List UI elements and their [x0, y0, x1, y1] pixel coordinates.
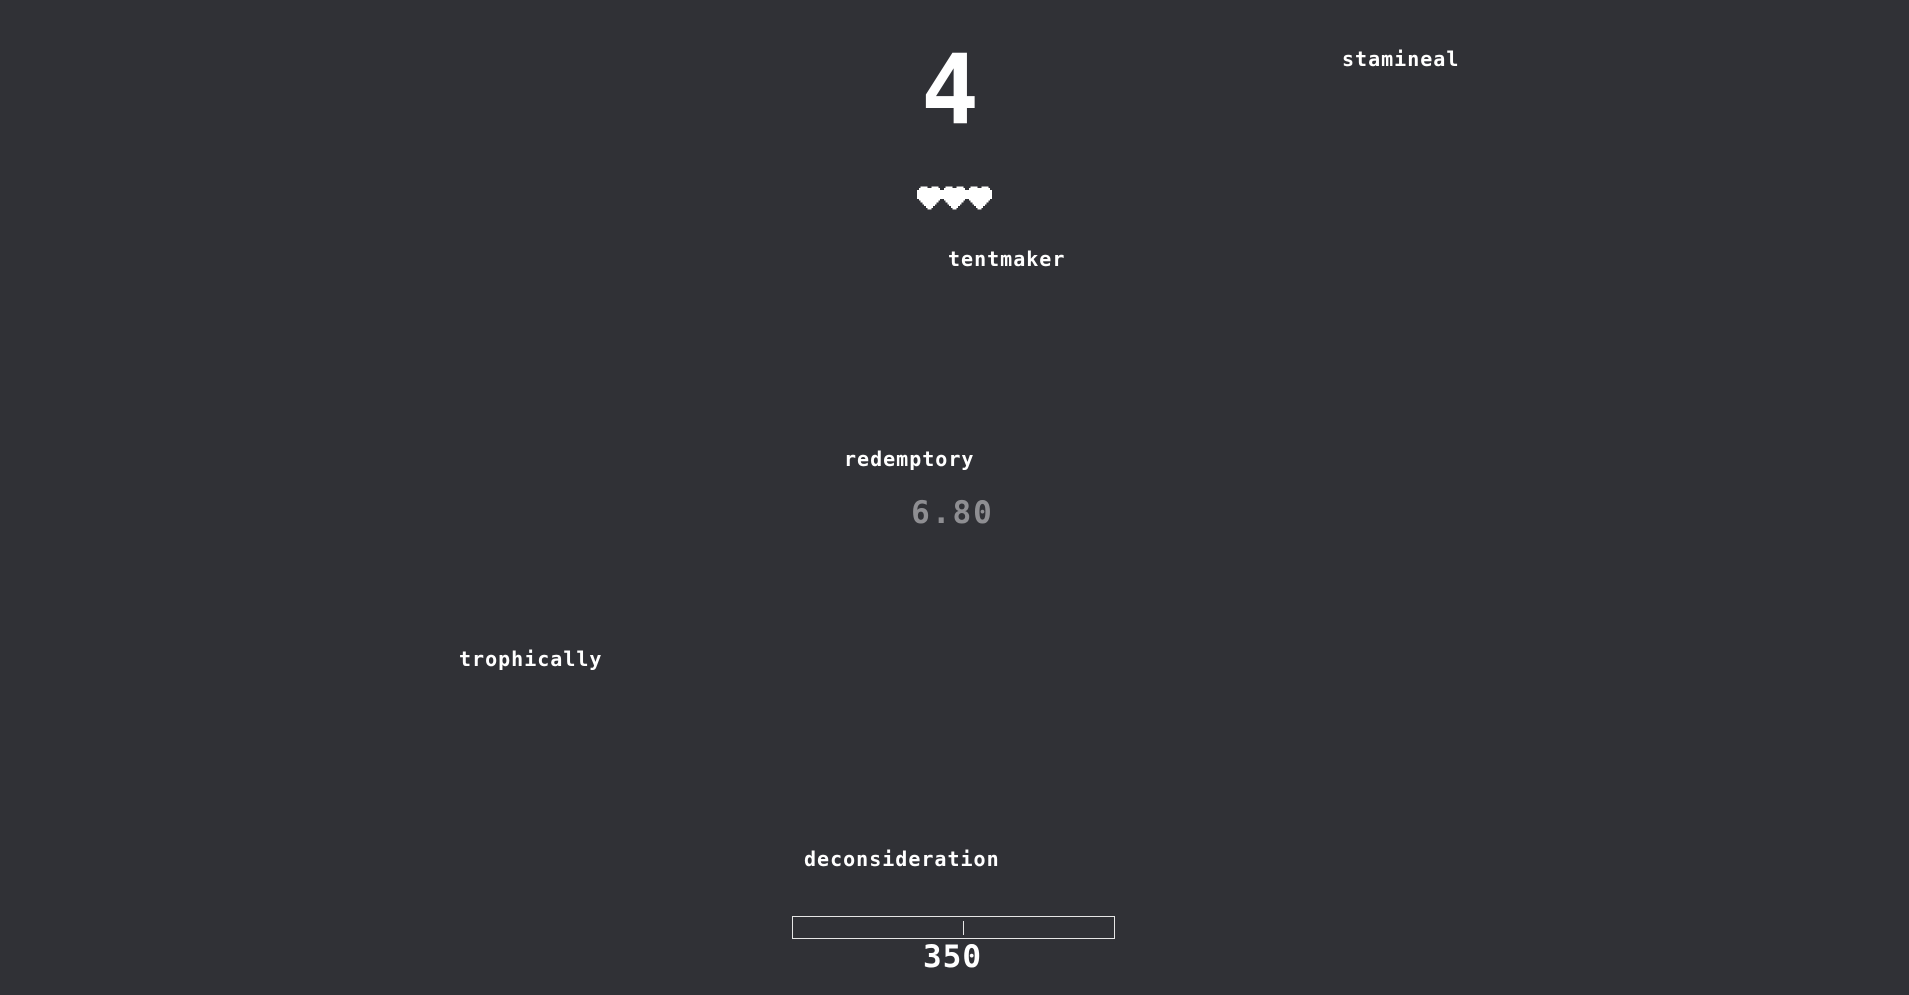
falling-word-stamineal: stamineal	[1342, 47, 1460, 71]
falling-word-trophically: trophically	[459, 647, 603, 671]
score-readout: 350	[923, 939, 982, 975]
heart-icon	[917, 186, 942, 210]
level-number: 4	[921, 34, 979, 146]
falling-word-redemptory: redemptory	[844, 447, 975, 471]
falling-word-tentmaker: tentmaker	[948, 247, 1066, 271]
timer-readout: 6.80	[911, 495, 994, 531]
heart-icon	[942, 186, 967, 210]
progress-marker	[963, 921, 964, 935]
heart-icon	[967, 186, 992, 210]
falling-word-deconsideration: deconsideration	[804, 847, 1000, 871]
lives-display	[917, 186, 992, 210]
progress-bar	[792, 916, 1115, 939]
